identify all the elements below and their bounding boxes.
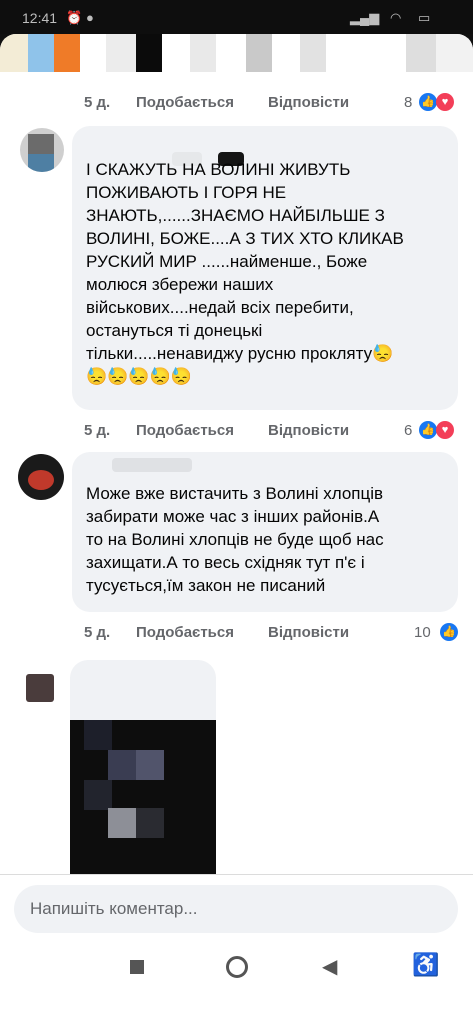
like-reaction-icon: 👍 [440,623,458,641]
love-reaction-icon: ♥ [436,421,454,439]
comment-input[interactable]: Напишіть коментар... [14,885,458,933]
like-link[interactable]: Подобається [136,624,234,641]
blurred-image-strip [0,34,473,72]
avatar[interactable] [18,454,64,500]
avatar[interactable] [20,128,64,172]
comment-time: 5 д. [84,422,111,439]
square-nav-icon[interactable] [130,960,144,974]
back-nav-icon[interactable]: ◀ [322,954,337,979]
reply-link[interactable]: Відповісти [268,624,349,641]
circle-nav-icon[interactable] [226,956,248,978]
comment-composer: Напишіть коментар... [0,874,473,947]
status-time: 12:41 [22,10,58,26]
comment-text: Може вже вистачить з Волині хлопців заби… [86,484,384,595]
messenger-icon: ● [86,10,94,25]
alarm-icon: ⏰ [66,10,83,25]
avatar[interactable] [26,674,54,702]
battery-icon: ▭ [418,10,431,25]
comment-actions-1: 5 д. Подобається Відповісти [84,422,384,442]
like-link[interactable]: Подобається [136,94,234,111]
signal-icon: ▂▄▆ [350,10,380,25]
author-name[interactable] [112,458,192,472]
love-reaction-icon: ♥ [436,93,454,111]
system-nav-bar: ◀ ♿ [0,946,473,990]
reaction-count[interactable]: 10 [414,624,431,641]
like-link[interactable]: Подобається [136,422,234,439]
like-reaction-icon: 👍 [419,421,437,439]
comment-time: 5 д. [84,94,111,111]
reply-link[interactable]: Відповісти [268,422,349,439]
comment-text: І СКАЖУТЬ НА ВОЛИНІ ЖИВУТЬ ПОЖИВАЮТЬ І Г… [86,160,404,386]
comment-actions-2: 5 д. Подобається Відповісти [84,624,384,644]
reaction-count[interactable]: 8 [404,94,412,111]
reaction-count[interactable]: 6 [404,422,412,439]
comment-time: 5 д. [84,624,111,641]
status-bar: 12:41 ⏰ ● ▂▄▆ ◠ ▭ [0,0,473,34]
accessibility-icon[interactable]: ♿ [412,952,439,978]
like-reaction-icon: 👍 [419,93,437,111]
comment-actions-0: 5 д. Подобається Відповісти [84,94,384,114]
reply-link[interactable]: Відповісти [268,94,349,111]
wifi-icon: ◠ [390,10,402,25]
